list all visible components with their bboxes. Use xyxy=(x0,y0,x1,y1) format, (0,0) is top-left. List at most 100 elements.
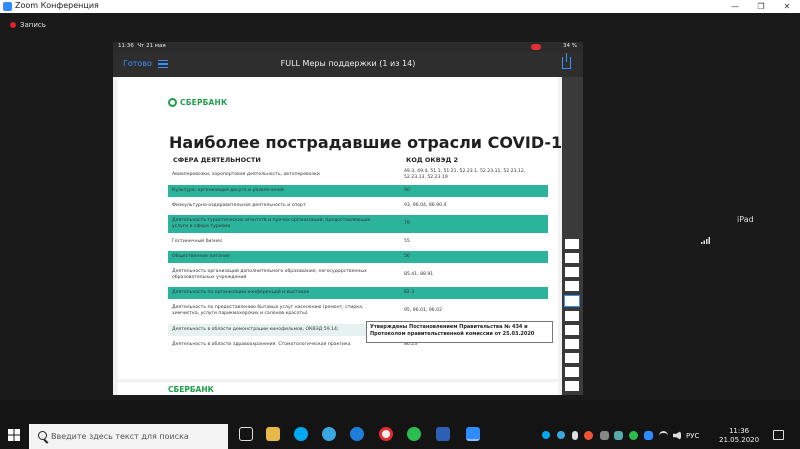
row-code: 95, 96.01, 96.02 xyxy=(404,308,442,313)
taskbar-clock[interactable]: 11:36 21.05.2020 xyxy=(719,427,759,445)
tray-whatsapp-icon[interactable] xyxy=(629,431,638,440)
page-thumbnail[interactable] xyxy=(564,295,580,307)
tray-app-icon[interactable] xyxy=(614,431,623,440)
row-sphere: Деятельность туристических агентств и пр… xyxy=(172,218,371,229)
sberbank-logo: СБЕРБАНК xyxy=(168,98,227,107)
status-date: Чт 21 мая xyxy=(137,43,166,49)
word-icon[interactable] xyxy=(436,427,450,441)
row-sphere: Гостиничный бизнес xyxy=(172,239,223,244)
volume-icon[interactable] xyxy=(673,431,681,440)
windows-start-icon[interactable] xyxy=(8,429,20,441)
search-placeholder: Введите здесь текст для поиска xyxy=(51,432,189,441)
shared-ipad-screen: 11:36 Чт 21 мая 34 % Готово FULL Меры по… xyxy=(113,42,583,395)
row-sphere: Деятельность в области демонстрации кино… xyxy=(172,327,339,332)
whatsapp-icon[interactable] xyxy=(407,427,421,441)
row-sphere: Культура, организация досуга и развлечен… xyxy=(172,188,284,193)
row-sphere: Деятельность по предоставлению бытовых у… xyxy=(172,305,364,316)
row-code: 85.41, 88.91 xyxy=(404,272,434,277)
table-row: Деятельность туристических агентств и пр… xyxy=(168,215,548,233)
slide-heading: Наиболее пострадавшие отрасли COVID-19* xyxy=(169,133,582,152)
ios-status-bar: 11:36 Чт 21 мая 34 % xyxy=(113,42,583,52)
page-thumbnail[interactable] xyxy=(565,367,579,377)
column-header-sphere: СФЕРА ДЕЯТЕЛЬНОСТИ xyxy=(173,156,261,164)
close-icon[interactable]: ✕ xyxy=(774,0,800,13)
table-row: Культура, организация досуга и развлечен… xyxy=(168,185,548,197)
clock-date: 21.05.2020 xyxy=(719,436,760,444)
window-title: Zoom Конференция xyxy=(15,1,99,10)
share-icon[interactable] xyxy=(562,53,571,69)
sberbank-logo: СБЕРБАНК xyxy=(168,385,214,394)
tray-zoom-icon[interactable] xyxy=(644,431,653,440)
row-code: 79 xyxy=(404,221,410,226)
page-thumbnail[interactable] xyxy=(565,267,579,277)
recording-label: Запись xyxy=(20,21,46,29)
footnote-tooltip: Утверждены Постановлением Правительства … xyxy=(366,321,553,343)
tray-telegram-icon[interactable] xyxy=(557,431,565,439)
next-slide-page: СБЕРБАНК xyxy=(118,382,558,395)
language-indicator[interactable]: РУС xyxy=(686,432,699,440)
table-row: Деятельность по предоставлению бытовых у… xyxy=(168,302,548,321)
notifications-icon[interactable] xyxy=(773,430,784,440)
table-row: Физкультурно-оздоровительная деятельност… xyxy=(168,200,548,212)
window-controls: — ❐ ✕ xyxy=(722,0,800,13)
signal-strength-icon xyxy=(701,237,710,244)
page-thumbnail[interactable] xyxy=(565,353,579,363)
zoom-app-icon xyxy=(3,2,12,11)
file-explorer-icon[interactable] xyxy=(266,427,280,441)
table-row: Деятельность организаций дополнительного… xyxy=(168,266,548,284)
table-row: Авиаперевозки, аэропортовая деятельность… xyxy=(168,169,548,182)
zoom-taskbar-icon[interactable] xyxy=(466,427,480,441)
tray-antivirus-icon[interactable] xyxy=(584,431,593,440)
clock-time: 11:36 xyxy=(728,427,750,435)
device-label: iPad xyxy=(737,215,754,224)
wifi-icon[interactable] xyxy=(659,431,668,440)
page-thumbnail[interactable] xyxy=(565,253,579,263)
row-sphere: Авиаперевозки, аэропортовая деятельность… xyxy=(172,172,320,177)
row-code: 90 xyxy=(404,188,410,193)
table-row: Общественное питание 56 xyxy=(168,251,548,263)
row-code: 56 xyxy=(404,254,410,259)
table-row: Деятельность по организации конференций … xyxy=(168,287,548,299)
telegram-icon[interactable] xyxy=(322,427,336,441)
row-sphere: Физкультурно-оздоровительная деятельност… xyxy=(172,203,306,208)
page-thumbnail[interactable] xyxy=(565,239,579,249)
taskbar-search-box[interactable]: Введите здесь текст для поиска xyxy=(29,424,228,449)
page-thumbnail[interactable] xyxy=(565,339,579,349)
row-sphere: Деятельность организаций дополнительного… xyxy=(172,269,367,280)
record-dot-icon xyxy=(10,22,16,28)
logo-text: СБЕРБАНК xyxy=(180,98,228,107)
row-code: 49.3, 49.4, 51.1, 51.21, 52.23.1, 52.23.… xyxy=(404,169,526,180)
row-sphere: Деятельность по организации конференций … xyxy=(172,290,310,295)
tray-usb-icon[interactable] xyxy=(572,431,578,440)
sberbank-logo-mark-icon xyxy=(168,98,177,107)
page-thumbnail[interactable] xyxy=(565,325,579,335)
row-sphere: Деятельность в области здравоохранения. … xyxy=(172,342,351,347)
tray-skype-icon[interactable] xyxy=(542,431,550,439)
minimize-icon[interactable]: — xyxy=(722,0,748,13)
page-thumbnail[interactable] xyxy=(565,311,579,321)
edge-icon[interactable] xyxy=(350,427,364,441)
table-row: Гостиничный бизнес 55 xyxy=(168,236,548,248)
column-header-code: КОД ОКВЭД 2 xyxy=(406,156,459,164)
yandex-browser-icon[interactable] xyxy=(379,427,393,441)
task-view-icon[interactable] xyxy=(239,427,253,441)
page-thumbnail[interactable] xyxy=(565,281,579,291)
document-title: FULL Меры поддержки (1 из 14) xyxy=(280,59,416,68)
screen-record-pill-icon xyxy=(531,43,541,50)
tray-app-icon[interactable] xyxy=(600,431,609,440)
status-time: 11:36 xyxy=(118,43,134,49)
restore-icon[interactable]: ❐ xyxy=(748,0,774,13)
status-battery: 34 % xyxy=(563,43,577,49)
viewer-navbar: Готово FULL Меры поддержки (1 из 14) xyxy=(113,52,583,77)
row-code: 55 xyxy=(404,239,410,244)
row-code: 93, 96.04, 86.90.4 xyxy=(404,203,447,208)
skype-icon[interactable] xyxy=(294,427,308,441)
page-thumbnail[interactable] xyxy=(565,381,579,391)
search-icon xyxy=(38,431,47,440)
windows-taskbar: Введите здесь текст для поиска РУС 11:36… xyxy=(0,400,800,449)
page-thumbnails xyxy=(562,77,583,395)
recording-indicator[interactable]: Запись xyxy=(10,21,46,29)
window-titlebar: Zoom Конференция — ❐ ✕ xyxy=(0,0,800,13)
row-code: 82.3 xyxy=(404,290,415,295)
row-sphere: Общественное питание xyxy=(172,254,230,259)
